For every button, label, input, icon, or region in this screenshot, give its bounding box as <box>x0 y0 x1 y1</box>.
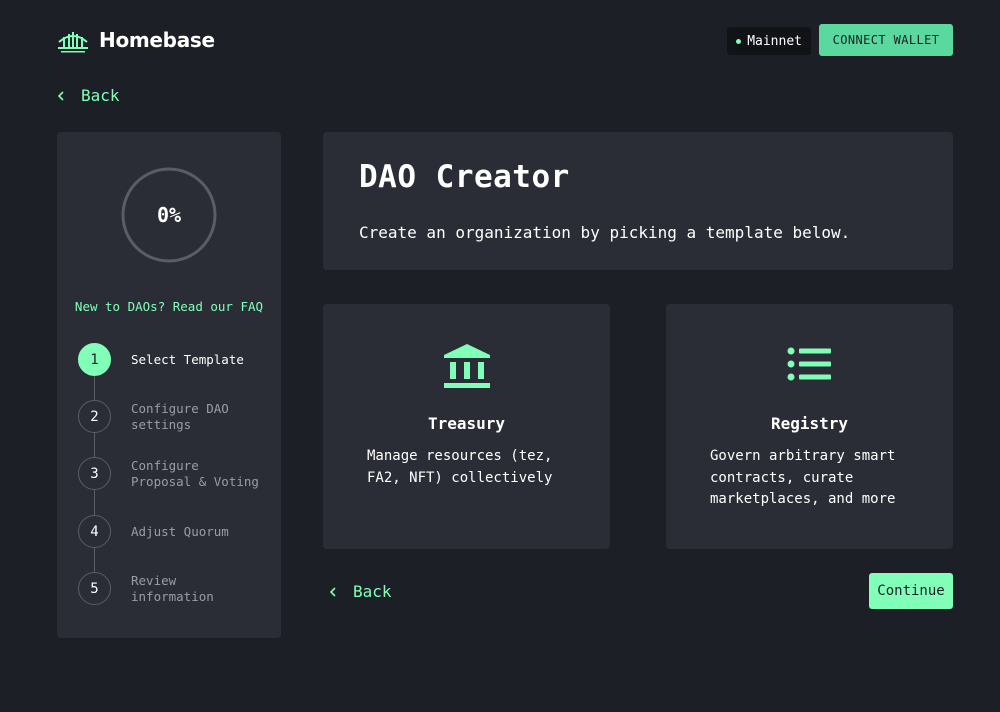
page-title: DAO Creator <box>359 159 570 195</box>
title-card: DAO Creator Create an organization by pi… <box>323 132 953 270</box>
step-label: Select Template <box>131 352 244 367</box>
chevron-left-icon <box>57 90 64 101</box>
homebase-logo-icon <box>58 32 88 53</box>
step-label: Review information <box>131 573 214 604</box>
network-selector[interactable]: Mainnet <box>727 27 811 55</box>
top-back-link[interactable]: Back <box>57 86 120 105</box>
template-name: Treasury <box>427 414 506 433</box>
continue-button[interactable]: Continue <box>869 573 953 609</box>
step-label: Configure Proposal & Voting <box>131 458 259 489</box>
step-label: Adjust Quorum <box>131 524 229 539</box>
faq-link[interactable]: New to DAOs? Read our FAQ <box>57 299 281 314</box>
step-label: Configure DAO settings <box>131 401 229 432</box>
template-card-registry[interactable]: Registry Govern arbitrary smart contract… <box>666 304 953 549</box>
progress-percentage: 0% <box>156 203 182 227</box>
brand-logo[interactable]: Homebase <box>57 26 215 54</box>
top-back-label: Back <box>81 86 120 105</box>
step-number: 5 <box>78 572 111 605</box>
bank-icon <box>443 344 490 388</box>
page-subtitle: Create an organization by picking a temp… <box>359 223 851 242</box>
step-number: 4 <box>78 515 111 548</box>
steps-list: 1 Select Template 2 Configure DAO settin… <box>78 343 268 613</box>
step-number: 3 <box>78 457 111 490</box>
bottom-back-label: Back <box>353 582 392 601</box>
step-number: 2 <box>78 400 111 433</box>
network-label: Mainnet <box>747 33 802 49</box>
chevron-left-icon <box>329 586 336 597</box>
template-description: Manage resources (tez, FA2, NFT) collect… <box>367 448 553 486</box>
bottom-back-link[interactable]: Back <box>329 582 392 601</box>
progress-sidebar: 0% New to DAOs? Read our FAQ 1 Select Te… <box>57 132 281 638</box>
template-card-treasury[interactable]: Treasury Manage resources (tez, FA2, NFT… <box>323 304 610 549</box>
step-number: 1 <box>78 343 111 376</box>
template-name: Registry <box>770 414 849 433</box>
template-description: Govern arbitrary smart contracts, curate… <box>710 448 896 507</box>
header: Homebase Mainnet CONNECT WALLET <box>57 24 953 56</box>
brand-name: Homebase <box>99 28 215 52</box>
network-status-dot <box>736 38 742 44</box>
list-icon <box>787 347 831 381</box>
connect-wallet-button[interactable]: CONNECT WALLET <box>819 24 953 56</box>
